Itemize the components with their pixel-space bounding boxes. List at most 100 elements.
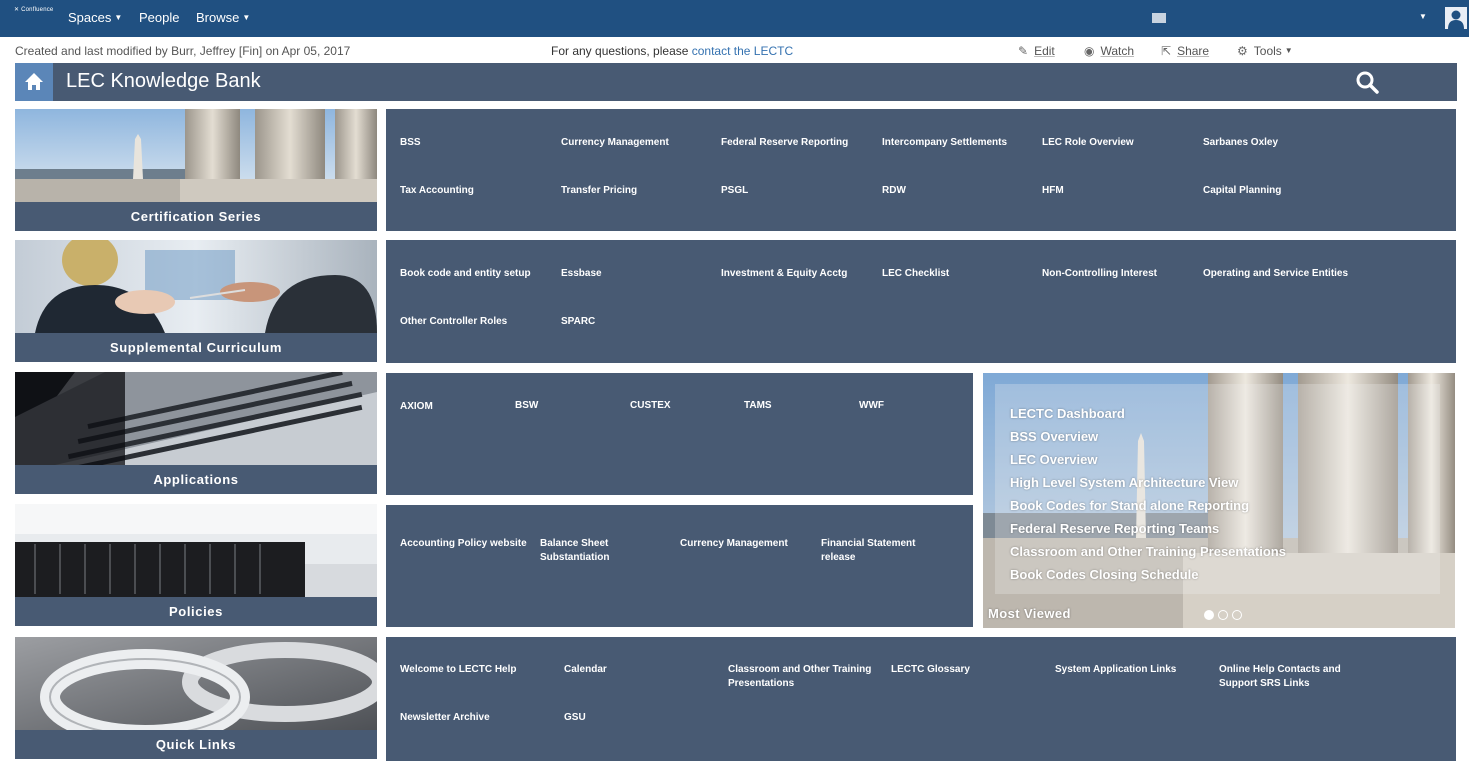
link-welcome-lectc-help[interactable]: Welcome to LECTC Help [400,663,517,677]
category-label: Policies [15,597,377,626]
link-non-controlling-interest[interactable]: Non-Controlling Interest [1042,267,1157,281]
tools-label: Tools [1253,44,1282,58]
chevron-down-icon: ▼ [242,13,251,22]
category-quick-links[interactable]: Quick Links [15,637,377,759]
link-psgl[interactable]: PSGL [721,184,748,198]
home-button[interactable] [15,63,53,101]
link-wwf[interactable]: WWF [859,399,884,413]
link-rdw[interactable]: RDW [882,184,906,198]
link-sarbanes-oxley[interactable]: Sarbanes Oxley [1203,136,1278,150]
user-avatar[interactable] [1445,7,1467,29]
link-balance-sheet-substantiation[interactable]: Balance Sheet Substantiation [540,537,650,565]
link-online-help-contacts[interactable]: Online Help Contacts and Support SRS Lin… [1219,663,1349,691]
link-tax-accounting[interactable]: Tax Accounting [400,184,474,198]
questions-prefix: For any questions, please [551,44,692,58]
quick-links-image [15,637,377,730]
carousel-dot-2[interactable] [1218,610,1228,620]
link-gsu[interactable]: GSU [564,711,586,725]
link-federal-reserve-reporting[interactable]: Federal Reserve Reporting [721,136,848,150]
help-menu-icon[interactable] [1152,13,1166,23]
edit-label: Edit [1034,44,1055,58]
link-essbase[interactable]: Essbase [561,267,602,281]
supplemental-curriculum-image [15,240,377,333]
quick-links-panel: Welcome to LECTC Help Calendar Classroom… [386,637,1456,761]
link-lec-role-overview[interactable]: LEC Role Overview [1042,136,1134,150]
share-button[interactable]: ⇱ Share [1161,44,1209,58]
nav-spaces-menu[interactable]: Spaces ▼ [68,10,122,25]
home-icon [25,73,43,90]
link-currency-management-policy[interactable]: Currency Management [680,537,788,551]
link-intercompany-settlements[interactable]: Intercompany Settlements [882,136,1007,150]
chevron-down-icon: ▼ [114,13,123,22]
user-menu-chevron-icon[interactable]: ▼ [1419,12,1427,21]
link-capital-planning[interactable]: Capital Planning [1203,184,1281,198]
link-lectc-glossary[interactable]: LECTC Glossary [891,663,970,677]
search-button[interactable] [1355,70,1379,94]
contact-lectc-link[interactable]: contact the LECTC [692,44,793,58]
category-label: Certification Series [15,202,377,231]
most-viewed-item[interactable]: LECTC Dashboard [1010,406,1125,421]
supplemental-curriculum-panel: Book code and entity setup Essbase Inves… [386,240,1456,363]
link-financial-statement-release[interactable]: Financial Statement release [821,537,931,565]
link-transfer-pricing[interactable]: Transfer Pricing [561,184,637,198]
link-currency-management[interactable]: Currency Management [561,136,669,150]
confluence-logo[interactable]: ✕ Confluence [14,6,53,13]
edit-button[interactable]: ✎ Edit [1018,44,1055,58]
policies-panel: Accounting Policy website Balance Sheet … [386,505,973,627]
link-operating-service-entities[interactable]: Operating and Service Entities [1203,267,1348,281]
link-investment-equity-acctg[interactable]: Investment & Equity Acctg [721,267,847,281]
nav-browse-menu[interactable]: Browse ▼ [196,10,250,25]
nav-browse-label: Browse [196,10,240,25]
watch-label: Watch [1100,44,1135,58]
applications-image [15,372,377,465]
link-axiom[interactable]: AXIOM [400,400,433,414]
link-bss[interactable]: BSS [400,136,421,150]
nav-people-link[interactable]: People [139,10,179,25]
category-applications[interactable]: Applications [15,372,377,494]
most-viewed-item[interactable]: LEC Overview [1010,452,1097,467]
logo-text: Confluence [21,7,54,13]
link-accounting-policy-website[interactable]: Accounting Policy website [400,537,527,551]
policies-image [15,504,377,597]
share-icon: ⇱ [1161,44,1172,58]
link-tams[interactable]: TAMS [744,399,772,413]
link-hfm[interactable]: HFM [1042,184,1064,198]
link-other-controller-roles[interactable]: Other Controller Roles [400,315,507,329]
carousel-dot-1[interactable] [1204,610,1214,620]
chevron-down-icon: ▼ [1284,46,1293,55]
watch-button[interactable]: ◉ Watch [1084,44,1134,58]
eye-icon: ◉ [1084,44,1095,58]
most-viewed-item[interactable]: Book Codes Closing Schedule [1010,567,1199,582]
category-policies[interactable]: Policies [15,504,377,626]
most-viewed-item[interactable]: BSS Overview [1010,429,1098,444]
nav-spaces-label: Spaces [68,10,112,25]
gear-icon: ⚙ [1237,44,1248,58]
link-custex[interactable]: CUSTEX [630,399,671,413]
most-viewed-item[interactable]: Federal Reserve Reporting Teams [1010,521,1219,536]
link-lec-checklist[interactable]: LEC Checklist [882,267,949,281]
most-viewed-item[interactable]: Book Codes for Stand alone Reporting [1010,498,1249,513]
questions-note: For any questions, please contact the LE… [551,44,793,58]
tools-menu[interactable]: ⚙ Tools ▼ [1237,44,1293,58]
category-supplemental-curriculum[interactable]: Supplemental Curriculum [15,240,377,362]
search-icon [1356,71,1379,94]
category-label: Applications [15,465,377,494]
link-sparc[interactable]: SPARC [561,315,595,329]
applications-panel: AXIOM BSW CUSTEX TAMS WWF [386,373,973,495]
category-label: Quick Links [15,730,377,759]
link-calendar[interactable]: Calendar [564,663,607,677]
link-classroom-training-presentations[interactable]: Classroom and Other Training Presentatio… [728,663,873,691]
certification-series-panel: BSS Currency Management Federal Reserve … [386,109,1456,231]
link-bsw[interactable]: BSW [515,399,538,413]
link-newsletter-archive[interactable]: Newsletter Archive [400,711,490,725]
most-viewed-item[interactable]: Classroom and Other Training Presentatio… [1010,544,1286,559]
most-viewed-item[interactable]: High Level System Architecture View [1010,475,1238,490]
link-system-application-links[interactable]: System Application Links [1055,663,1176,677]
carousel-dot-3[interactable] [1232,610,1242,620]
pencil-icon: ✎ [1018,44,1029,58]
most-viewed-carousel: LECTC Dashboard BSS Overview LEC Overvie… [983,373,1455,628]
category-certification-series[interactable]: Certification Series [15,109,377,231]
page-title: LEC Knowledge Bank [66,70,261,92]
link-book-code-entity-setup[interactable]: Book code and entity setup [400,267,531,281]
certification-series-image [15,109,377,202]
